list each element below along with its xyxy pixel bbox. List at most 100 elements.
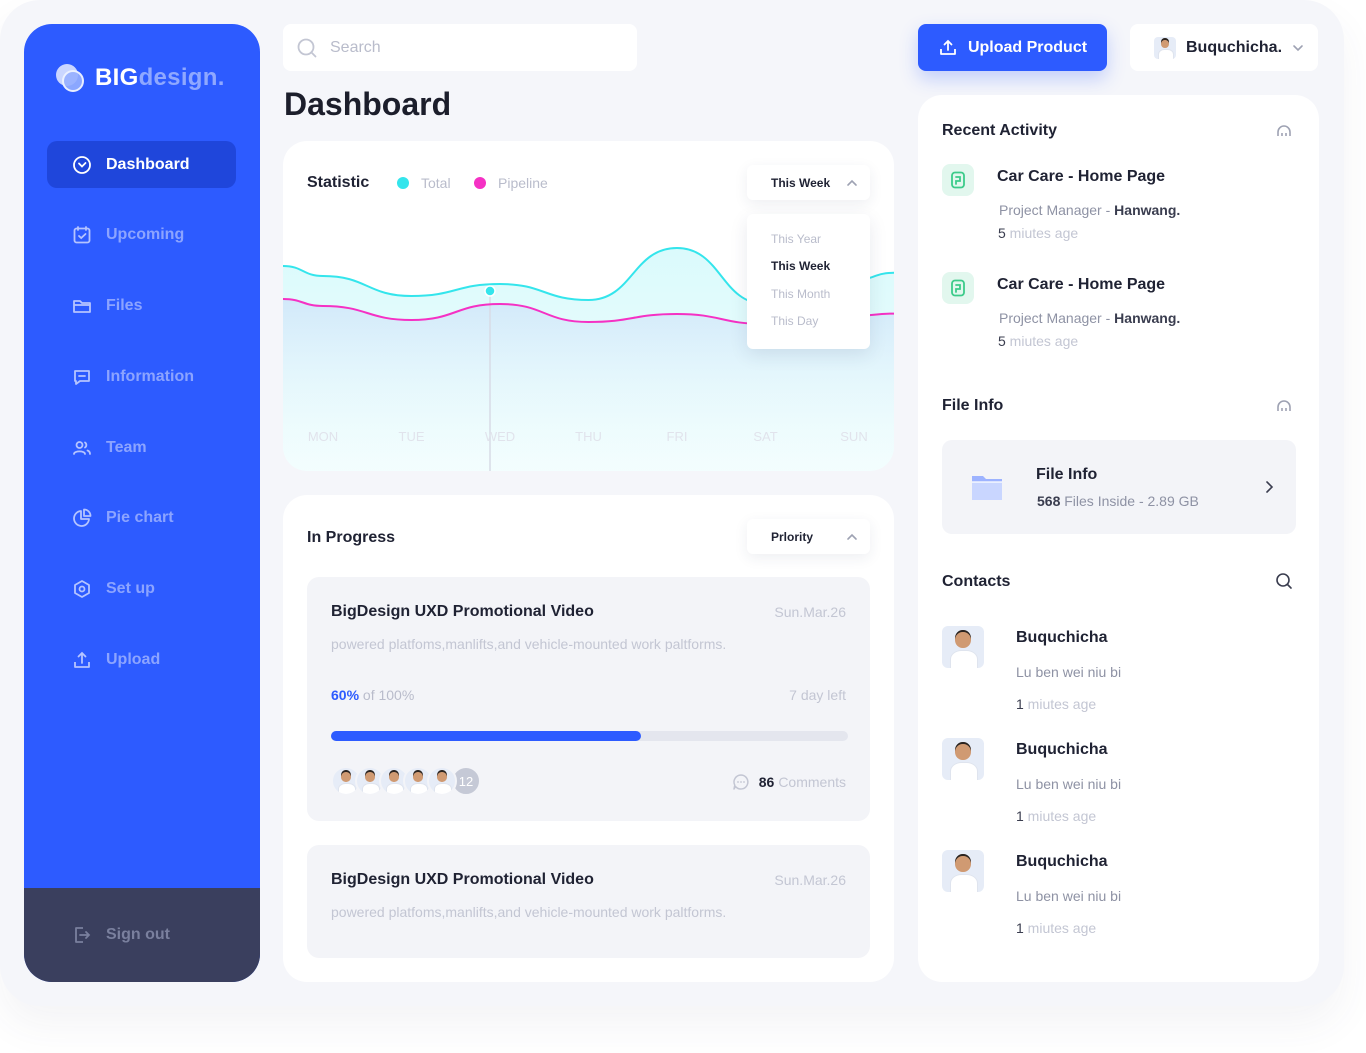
contact-time: 1 miutes age <box>1016 696 1096 712</box>
recent-activity-title: Recent Activity <box>942 122 1057 139</box>
comments-label: Comments <box>778 774 846 790</box>
file-info-card[interactable]: File Info 568 Files Inside - 2.89 GB <box>942 440 1296 534</box>
sidebar-item-upcoming[interactable]: Upcoming <box>47 212 236 259</box>
sidebar-item-label: Upcoming <box>106 226 185 244</box>
sidebar-item-label: Set up <box>106 580 155 598</box>
brand-name: BIGdesign. <box>95 64 225 92</box>
more-icon[interactable] <box>1275 122 1293 140</box>
folder-icon <box>73 300 91 313</box>
settings-hex-icon <box>74 580 90 599</box>
activity-item[interactable]: Car Care - Home Page Project Manager - H… <box>942 164 1292 254</box>
x-tick-label: FRI <box>667 429 688 444</box>
dashboard-icon <box>73 155 91 174</box>
team-icon <box>73 440 91 455</box>
contact-item[interactable]: Buquchicha Lu ben wei niu bi 1 miutes ag… <box>942 626 1292 726</box>
sidebar-item-label: Information <box>106 367 194 385</box>
right-panel: Recent Activity Car Care - Home Page Pro… <box>918 95 1319 982</box>
task-days-left: 7 day left <box>789 687 846 703</box>
statistic-card: MON TUE WED THU FRI SAT SUN Statistic Total Pi… <box>283 141 894 471</box>
period-select[interactable]: This Week <box>747 165 870 200</box>
sidebar-item-pie-chart[interactable]: Pie chart <box>47 495 236 542</box>
period-option-this-year[interactable]: This Year <box>747 228 870 255</box>
upload-product-button[interactable]: Upload Product <box>918 24 1107 71</box>
app-frame: BIGdesign. Dashboard Upcoming Files Info… <box>0 0 1344 1006</box>
sidebar-item-label: Team <box>106 438 147 456</box>
x-tick-label: SUN <box>840 429 867 444</box>
sidebar-item-information[interactable]: Information <box>47 353 236 400</box>
search-icon[interactable] <box>1275 572 1293 590</box>
contact-subtitle: Lu ben wei niu bi <box>1016 888 1122 904</box>
document-icon <box>951 171 965 189</box>
avatar <box>942 850 984 892</box>
activity-role: Project Manager - <box>999 202 1115 218</box>
contact-name: Buquchicha <box>1016 629 1108 646</box>
priority-select[interactable]: Prlority <box>747 519 870 554</box>
contact-time-value: 1 <box>1016 808 1024 824</box>
file-count: 568 <box>1037 493 1061 509</box>
task-description: powered platfoms,manlifts,and vehicle-mo… <box>331 636 727 652</box>
task-date: Sun.Mar.26 <box>774 872 846 888</box>
period-dropdown-menu: This Year This Week This Month This Day <box>747 214 870 349</box>
task-percent-value: 60% <box>331 687 360 703</box>
contact-name: Buquchicha <box>1016 853 1108 870</box>
contact-time-unit: miutes age <box>1023 696 1097 712</box>
legend-item-pipeline: Pipeline <box>474 175 548 191</box>
sign-out-label: Sign out <box>106 926 170 943</box>
document-icon <box>951 279 965 297</box>
contact-time: 1 miutes age <box>1016 808 1096 824</box>
contact-item[interactable]: Buquchicha Lu ben wei niu bi 1 miutes ag… <box>942 738 1292 838</box>
period-option-this-month[interactable]: This Month <box>747 283 870 310</box>
activity-time-value: 5 <box>998 225 1006 241</box>
contact-subtitle: Lu ben wei niu bi <box>1016 776 1122 792</box>
brand-logo[interactable]: BIGdesign. <box>56 64 225 92</box>
progress-bar-fill <box>331 731 642 741</box>
priority-select-label: Prlority <box>771 529 814 544</box>
sidebar-item-label: Pie chart <box>106 509 174 527</box>
activity-company: Hanwang. <box>1114 202 1181 218</box>
task-card[interactable]: BigDesign UXD Promotional Video Sun.Mar.… <box>307 577 870 821</box>
activity-item[interactable]: Car Care - Home Page Project Manager - H… <box>942 272 1292 362</box>
contact-time-unit: miutes age <box>1023 920 1097 936</box>
activity-title: Car Care - Home Page <box>997 168 1166 185</box>
contact-time-value: 1 <box>1016 696 1024 712</box>
task-card[interactable]: BigDesign UXD Promotional Video Sun.Mar.… <box>307 845 870 958</box>
contact-item[interactable]: Buquchicha Lu ben wei niu bi 1 miutes ag… <box>942 850 1292 950</box>
period-selected-label: This Week <box>771 175 831 190</box>
file-info-section-title: File Info <box>942 397 1004 414</box>
user-name: Buquchicha. <box>1186 38 1283 56</box>
period-option-this-day[interactable]: This Day <box>747 310 870 337</box>
highlight-point[interactable] <box>484 285 496 297</box>
sidebar: BIGdesign. Dashboard Upcoming Files Info… <box>24 24 260 982</box>
sidebar-item-dashboard[interactable]: Dashboard <box>47 141 236 188</box>
sidebar-item-team[interactable]: Team <box>47 424 236 471</box>
file-size: Files Inside - 2.89 GB <box>1060 493 1199 509</box>
logo-icon <box>56 64 84 92</box>
activity-title: Car Care - Home Page <box>997 276 1166 293</box>
search-input[interactable] <box>330 38 620 57</box>
sign-out-button[interactable]: Sign out <box>24 888 260 982</box>
x-tick-label: MON <box>308 429 338 444</box>
legend-dot-total <box>397 177 409 189</box>
activity-subtitle: Project Manager - Hanwang. <box>999 202 1180 218</box>
sidebar-item-set-up[interactable]: Set up <box>47 566 236 613</box>
folder-icon <box>972 476 1002 500</box>
task-title: BigDesign UXD Promotional Video <box>331 603 594 620</box>
sidebar-item-files[interactable]: Files <box>47 283 236 330</box>
team-avatars[interactable]: 12 <box>331 766 481 796</box>
x-tick-label: TUE <box>399 429 425 444</box>
pie-chart-icon <box>73 509 92 528</box>
activity-time-unit: miutes age <box>1005 333 1079 349</box>
sidebar-nav: Dashboard Upcoming Files Information Tea… <box>47 141 236 707</box>
legend-dot-pipeline <box>474 177 486 189</box>
activity-icon-wrap <box>942 164 974 196</box>
period-option-this-week[interactable]: This Week <box>747 255 870 282</box>
user-menu[interactable]: Buquchicha. <box>1130 24 1318 71</box>
comments-link[interactable]: 86 Comments <box>732 773 846 791</box>
task-percent: 60% of 100% <box>331 687 414 703</box>
legend-label: Total <box>421 175 451 191</box>
contacts-title: Contacts <box>942 573 1011 590</box>
sidebar-item-upload[interactable]: Upload <box>47 637 236 684</box>
x-tick-label: THU <box>575 429 602 444</box>
more-icon[interactable] <box>1275 397 1293 415</box>
file-info-title: File Info <box>1036 466 1098 483</box>
